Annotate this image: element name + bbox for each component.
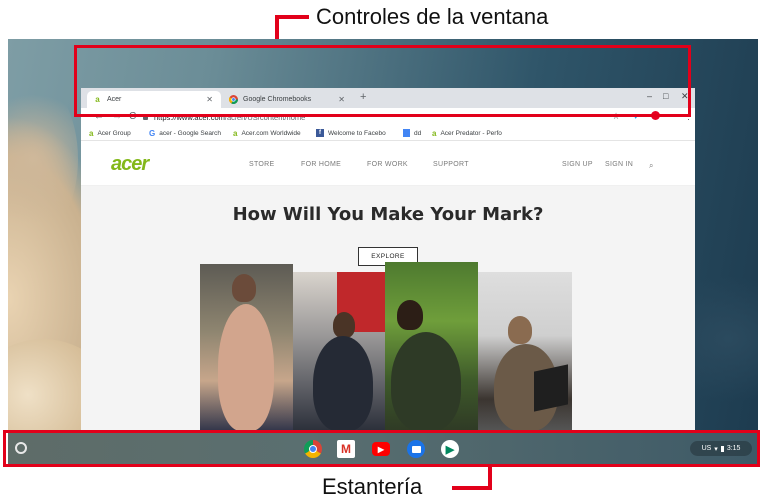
docs-icon — [403, 129, 410, 137]
hero-section: How Will You Make Your Mark? EXPLORE — [81, 186, 695, 465]
nav-support[interactable]: SUPPORT — [433, 161, 469, 168]
nav-sign-up[interactable]: SIGN UP — [562, 161, 593, 168]
hero-headline: How Will You Make Your Mark? — [232, 204, 544, 225]
hero-photo-woman — [200, 264, 293, 431]
bookmark-label: Acer.com Worldwide — [241, 130, 301, 137]
nav-for-home[interactable]: FOR HOME — [301, 161, 341, 168]
photo-figure — [508, 316, 532, 344]
bookmark-label: dd — [414, 129, 422, 137]
photo-figure — [313, 336, 373, 431]
bookmark-dd[interactable]: dd — [403, 129, 421, 137]
nav-sign-in[interactable]: SIGN IN — [605, 161, 633, 168]
callout-leader-bottom-vertical — [488, 466, 492, 490]
bookmark-label: Acer Group — [97, 130, 131, 137]
hero-photo-man-convertible — [478, 272, 572, 431]
photo-figure — [391, 332, 461, 431]
bookmark-label: acer - Google Search — [159, 130, 222, 137]
callout-leader-top — [275, 15, 309, 19]
acer-logo[interactable]: acer — [111, 153, 149, 176]
bookmark-label: Acer Predator - Perfo — [440, 130, 502, 137]
nav-store[interactable]: STORE — [249, 161, 275, 168]
window-controls-highlight — [74, 45, 691, 117]
acer-logo-icon: a — [89, 129, 94, 138]
search-icon[interactable]: ⌕ — [649, 161, 654, 171]
shelf-highlight — [3, 430, 760, 467]
bookmark-acer-worldwide[interactable]: a Acer.com Worldwide — [233, 129, 301, 138]
photo-figure — [333, 312, 355, 338]
nav-for-work[interactable]: FOR WORK — [367, 161, 408, 168]
acer-logo-icon: a — [432, 129, 437, 138]
google-icon: G — [149, 129, 156, 138]
photo-figure — [397, 300, 423, 330]
facebook-icon: f — [316, 129, 324, 137]
browser-window[interactable]: a Acer ✕ Google Chromebooks ✕ + – □ ✕ ← … — [81, 88, 695, 465]
callout-window-controls: Controles de la ventana — [316, 4, 549, 29]
bookmark-label: Welcome to Facebo — [328, 129, 386, 137]
screenshot-stage: Controles de la ventana a Acer ✕ Google … — [0, 0, 761, 502]
bookmark-acer-group[interactable]: a Acer Group — [89, 129, 131, 138]
site-header: acer STORE FOR HOME FOR WORK SUPPORT SIG… — [81, 141, 695, 186]
acer-logo-icon: a — [233, 129, 238, 138]
bookmark-acer-google-search[interactable]: G acer - Google Search — [149, 129, 221, 138]
photo-figure — [218, 304, 274, 431]
bookmarks-bar: a Acer Group G acer - Google Search a Ac… — [81, 127, 695, 141]
photo-detail — [534, 364, 568, 412]
bookmark-acer-predator[interactable]: a Acer Predator - Perfo — [432, 129, 502, 138]
bookmark-facebook[interactable]: f Welcome to Facebo — [316, 129, 386, 137]
photo-figure — [232, 274, 256, 302]
hero-photo-man-plants — [385, 262, 478, 431]
hero-photo-laptop-user — [293, 272, 385, 431]
wallpaper-detail — [8, 79, 78, 239]
callout-shelf: Estantería — [322, 474, 423, 499]
callout-leader-bottom — [452, 486, 492, 490]
